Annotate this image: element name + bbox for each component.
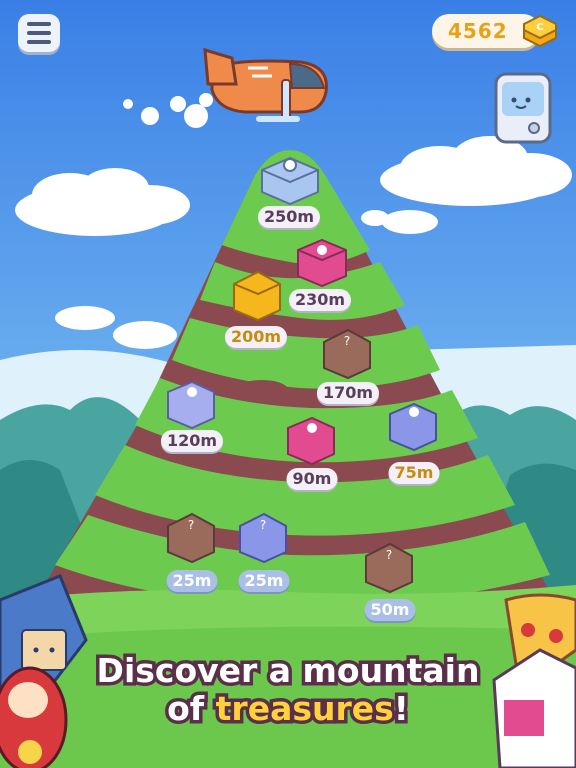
altitude-label: 75m [388, 462, 440, 484]
altitude-label: 25m [238, 570, 290, 592]
puzzle-box-icon[interactable] [297, 238, 347, 288]
headline-highlight: treasures [212, 686, 397, 731]
altitude-label: 250m [257, 206, 321, 228]
altitude-label: 230m [288, 289, 352, 311]
headline-line2-prefix: of [164, 686, 216, 731]
puzzle-box-icon[interactable] [287, 416, 335, 466]
headline-line1: Discover a mountain [93, 648, 483, 693]
coin-count: 4562 [448, 19, 508, 43]
gold-coin-stack-icon: C [523, 14, 557, 48]
altitude-label: 50m [364, 599, 416, 621]
puzzle-box-icon[interactable] [167, 380, 215, 430]
svg-text:C: C [536, 22, 543, 33]
headline-line2: of treasures! [0, 686, 576, 731]
svg-text:?: ? [188, 518, 194, 532]
altitude-label: 170m [316, 382, 380, 404]
capsule-vending-machine-icon[interactable] [492, 70, 554, 146]
blue-box-icon[interactable] [389, 402, 437, 452]
svg-text:?: ? [386, 548, 392, 562]
svg-text:?: ? [260, 518, 266, 532]
svg-text:?: ? [344, 334, 350, 348]
headline-line2-suffix: ! [390, 686, 412, 731]
altitude-label: 90m [286, 468, 338, 490]
altitude-label: 120m [160, 430, 224, 452]
hamburger-menu-icon[interactable] [18, 14, 60, 52]
altitude-label: 200m [224, 326, 288, 348]
promo-headline: Discover a mountain of treasures! [0, 648, 576, 731]
altitude-label: 25m [166, 570, 218, 592]
